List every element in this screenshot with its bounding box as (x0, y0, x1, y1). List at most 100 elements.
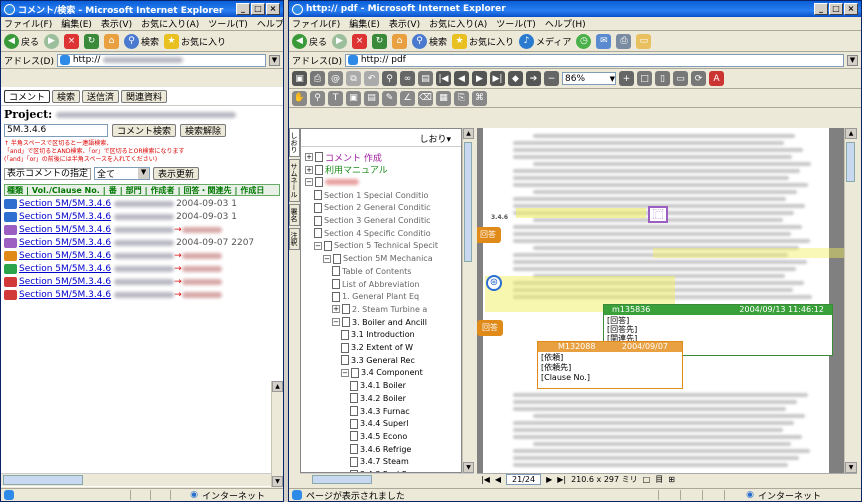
clause-link[interactable]: Section 5M/5M.3.4.6 (19, 225, 111, 235)
undo-icon[interactable]: ↶ (364, 71, 379, 86)
link-marker-icon[interactable]: ⊛ (486, 275, 502, 291)
menu-favorites[interactable]: お気に入り(A) (429, 17, 487, 30)
history-icon[interactable]: ◷ (576, 33, 592, 49)
clause-link[interactable]: Section 5M/5M.3.4.6 (19, 264, 111, 274)
bookmark-item[interactable]: + 利用マニュアル (305, 164, 388, 176)
bookmark-item[interactable]: − 3. Boiler and Ancill (332, 316, 427, 328)
previous-page-icon[interactable]: ◀ (454, 71, 469, 86)
clause-link[interactable]: Section 5M/5M.3.4.6 (19, 290, 111, 300)
column-author[interactable]: 作成者 (151, 185, 175, 195)
attach-icon[interactable]: ⎘ (454, 90, 469, 106)
facing-icon[interactable]: ⊞ (668, 475, 675, 484)
menu-edit[interactable]: 編集(E) (61, 17, 92, 30)
next-page-icon[interactable]: ▶ (546, 475, 552, 484)
maximize-button[interactable]: □ (251, 3, 265, 15)
menu-view[interactable]: 表示(V) (389, 17, 420, 30)
mail-icon[interactable]: ✉ (596, 33, 612, 49)
side-tab[interactable]: しおり (289, 128, 300, 157)
menu-help[interactable]: ヘルプ(H) (257, 17, 283, 30)
address-input[interactable]: http:// (56, 53, 266, 67)
menu-tools[interactable]: ツール(T) (208, 17, 248, 30)
tab-comment[interactable]: コメント (4, 90, 51, 103)
collapse-icon[interactable]: − (332, 318, 340, 327)
bookmark-item[interactable]: +2. Steam Turbine a (332, 303, 427, 315)
previous-page-icon[interactable]: ◀ (495, 475, 501, 484)
pane-icon[interactable]: ▤ (418, 71, 433, 86)
right-title-bar[interactable]: http:// pdf - Microsoft Internet Explore… (289, 1, 861, 17)
column-number[interactable]: 番 (109, 185, 117, 195)
expand-icon[interactable]: + (305, 153, 313, 161)
bookmark-item[interactable]: 3.4.7 Steam (350, 456, 409, 468)
search-clear-button[interactable]: 検索解除 (180, 124, 227, 137)
collapse-icon[interactable]: − (323, 254, 331, 263)
search-button[interactable]: ⚲ 検索 (412, 33, 447, 49)
tab-sent[interactable]: 送信済 (82, 90, 120, 103)
save-icon[interactable]: ▣ (292, 71, 307, 86)
favorites-button[interactable]: ★ お気に入り (164, 33, 226, 49)
back-button[interactable]: ◀ 戻る (4, 33, 39, 49)
continuous-icon[interactable]: 目 (655, 474, 663, 485)
minimize-button[interactable]: _ (814, 3, 828, 15)
bookmark-item[interactable]: 3.2 Extent of W (341, 342, 413, 354)
address-dropdown[interactable]: ▼ (269, 54, 280, 66)
column-dept[interactable]: 部門 (126, 185, 142, 195)
stop-icon[interactable]: × (352, 33, 368, 49)
document-scrollbar[interactable]: ▲ ▼ (844, 128, 857, 473)
collapse-icon[interactable]: − (314, 241, 322, 250)
single-page-icon[interactable]: □ (643, 475, 651, 484)
clause-link[interactable]: Section 5M/5M.3.4.6 (19, 277, 111, 287)
fit-width-icon[interactable]: ▭ (673, 71, 688, 86)
side-tab[interactable]: サムネール (289, 159, 300, 202)
favorites-button[interactable]: ★ お気に入り (452, 33, 514, 49)
line-tool-icon[interactable]: ∠ (400, 90, 415, 106)
bookmarks-menu-button[interactable]: しおり▾ (301, 129, 461, 147)
menu-file[interactable]: ファイル(F) (292, 17, 340, 30)
next-page-icon[interactable]: ▶ (472, 71, 487, 86)
reply-marker-icon-2[interactable]: 回答 (477, 320, 503, 336)
bookmark-item[interactable]: + コメント 作成 (305, 151, 382, 164)
last-page-icon[interactable]: ▶| (557, 475, 566, 484)
column-type[interactable]: 種類 (7, 185, 23, 195)
last-page-icon[interactable]: ▶| (490, 71, 505, 86)
bookmark-item[interactable]: List of Abbreviation (332, 278, 420, 290)
comment-marker-icon[interactable]: ⿸ (648, 206, 668, 223)
print-icon[interactable]: ⎙ (310, 71, 325, 86)
left-scrollbar[interactable]: ▲ ▼ (271, 381, 283, 487)
bookmark-item[interactable]: Section 4 Specific Conditio (314, 227, 431, 239)
bookmark-item[interactable]: 3.4.4 Superl (350, 418, 409, 430)
comment-search-button[interactable]: コメント検索 (112, 124, 177, 137)
pencil-icon[interactable]: ✎ (382, 90, 397, 106)
bookmark-item[interactable]: Table of Contents (332, 265, 411, 277)
first-page-icon[interactable]: |◀ (481, 475, 490, 484)
folder-icon[interactable]: ▭ (636, 33, 652, 49)
text-select-icon[interactable]: T (328, 90, 343, 106)
bookmarks-scrollbar[interactable]: ▲ ▼ (462, 128, 474, 473)
left-title-bar[interactable]: コメント/検索 - Microsoft Internet Explorer _ □… (1, 1, 283, 17)
hand-tool-icon[interactable]: ✋ (292, 90, 307, 106)
clause-link[interactable]: Section 5M/5M.3.4.6 (19, 199, 111, 209)
tab-related[interactable]: 関連資料 (121, 90, 168, 103)
stop-icon[interactable]: × (64, 33, 80, 49)
forward-view-icon[interactable]: ➔ (526, 71, 541, 86)
minimize-button[interactable]: _ (236, 3, 250, 15)
copy-icon[interactable]: ⧉ (346, 71, 361, 86)
bookmark-item[interactable]: 1. General Plant Eq (332, 291, 419, 303)
bookmark-item[interactable]: 3.4.2 Boiler (350, 392, 406, 404)
forward-arrow-icon[interactable]: ▶ (332, 33, 348, 49)
acrobat-icon[interactable]: A (709, 71, 724, 86)
bookmark-item[interactable]: 3.1 Introduction (341, 329, 415, 341)
clause-link[interactable]: Section 5M/5M.3.4.6 (19, 251, 111, 261)
bookmark-item[interactable]: Section 2 General Conditic (314, 202, 431, 214)
address-dropdown[interactable]: ▼ (847, 54, 858, 66)
tab-search[interactable]: 検索 (52, 90, 81, 103)
bookmark-item[interactable]: − Section 5M Mechanica (323, 253, 433, 265)
collapse-icon[interactable]: − (341, 368, 349, 377)
search-button[interactable]: ⚲ 検索 (124, 33, 159, 49)
expand-icon[interactable]: + (332, 305, 340, 314)
home-icon[interactable]: ⌂ (104, 33, 120, 49)
binoculars-icon[interactable]: ∞ (400, 71, 415, 86)
side-tab[interactable]: 署名 (289, 204, 300, 226)
bookmark-item[interactable]: Section 1 Special Conditio (314, 189, 428, 201)
note-icon[interactable]: ▤ (364, 90, 379, 106)
side-tab[interactable]: 注釈 (289, 228, 300, 250)
